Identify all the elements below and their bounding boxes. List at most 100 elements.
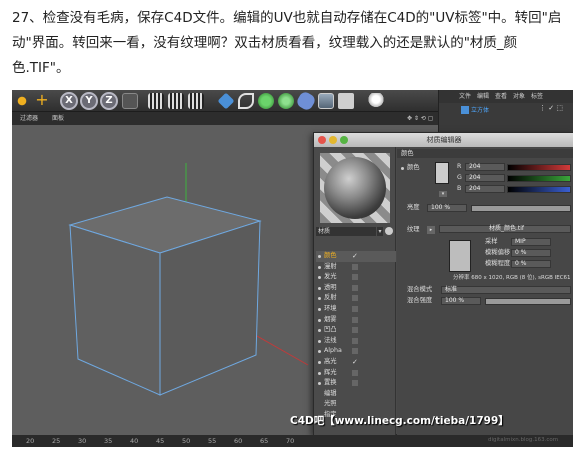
ruler-tick: 30 — [78, 437, 87, 445]
rotate-icon[interactable] — [14, 93, 30, 109]
nurbs-icon[interactable] — [258, 93, 274, 109]
array-icon[interactable] — [278, 93, 294, 109]
mix-strength-field[interactable]: 100 % — [441, 297, 481, 305]
channel-color[interactable]: 颜色 ✓ — [316, 251, 396, 262]
image-credit: digitalmixn.blog.163.com — [488, 437, 559, 443]
object-cube-label[interactable]: 立方体 — [471, 105, 489, 114]
material-name-dropdown-icon[interactable]: ▾ — [377, 227, 383, 236]
channel-alpha[interactable]: Alpha — [316, 346, 396, 357]
sampling-dropdown[interactable]: MIP — [511, 238, 551, 246]
menu-file[interactable]: 文件 — [459, 90, 471, 103]
texture-menu-icon[interactable]: ▸ — [427, 226, 435, 234]
blur-scale-field[interactable]: 0 % — [511, 260, 551, 268]
color-section-header — [397, 149, 573, 158]
viewport-nav-icons[interactable]: ✥ ⇕ ⟲ ▢ — [407, 112, 433, 125]
spline-icon[interactable] — [238, 93, 254, 109]
object-manager-menu: 文件 编辑 查看 对象 标签 — [439, 90, 573, 103]
mix-strength-slider[interactable] — [485, 298, 571, 305]
object-tags-icons[interactable]: ⋮ ✓ ⬚ — [539, 104, 563, 112]
menu-view[interactable]: 查看 — [495, 90, 507, 103]
ruler-tick: 45 — [156, 437, 165, 445]
ruler-tick: 55 — [208, 437, 217, 445]
color-swatch[interactable] — [435, 162, 449, 184]
ruler-tick: 20 — [26, 437, 35, 445]
b-slider[interactable] — [507, 186, 571, 193]
watermark: C4D吧【www.linecg.com/tieba/1799】 — [290, 415, 509, 427]
channel-environment[interactable]: 环境 — [316, 304, 396, 315]
brightness-value-field[interactable]: 100 % — [427, 204, 467, 212]
ruler-tick: 65 — [260, 437, 269, 445]
channel-transparency[interactable]: 透明 — [316, 283, 396, 294]
material-editor-title: 材质编辑器 — [426, 136, 462, 144]
blur-scale-label: 模糊程度 — [485, 260, 511, 267]
minimize-button[interactable] — [329, 136, 337, 144]
material-name-field[interactable]: 材质 — [316, 227, 376, 236]
blur-offset-field[interactable]: 0 % — [511, 249, 551, 257]
channel-illumination[interactable]: 光照 — [316, 399, 396, 410]
material-properties-panel: 颜色 颜色 ▾ R 204 G 204 B 204 亮度 100 % 纹理 ▸ … — [397, 147, 573, 436]
r-slider[interactable] — [507, 164, 571, 171]
axis-y-button[interactable]: Y — [80, 92, 98, 110]
r-value-field[interactable]: 204 — [465, 163, 505, 171]
light-icon[interactable] — [368, 93, 384, 109]
channel-list: 颜色 ✓ 漫射 发光 透明 反射 环境 烟雾 凹凸 法线 Alpha 高光 ✓ 辉光… — [316, 251, 396, 421]
coordinate-icon[interactable] — [122, 93, 138, 109]
blur-offset-label: 模糊偏移 — [485, 249, 511, 256]
channel-editor[interactable]: 编辑 — [316, 389, 396, 400]
axis-x-button[interactable]: X — [60, 92, 78, 110]
axis-z-button[interactable]: Z — [100, 92, 118, 110]
caption-line-1: 27、检查没有毛病，保存C4D文件。编辑的UV也就自动存储在C4D的"UV标签"… — [12, 10, 562, 26]
camera-icon[interactable] — [338, 93, 354, 109]
render-view-icon[interactable] — [148, 93, 164, 109]
channel-diffusion[interactable]: 漫射 — [316, 262, 396, 273]
mix-mode-dropdown[interactable]: 标准 — [441, 286, 571, 294]
mix-mode-label: 混合模式 — [407, 286, 433, 293]
texture-file-field[interactable]: 材质_颜色.tif — [439, 225, 571, 233]
scene-icon[interactable] — [318, 93, 334, 109]
menu-edit[interactable]: 编辑 — [477, 90, 489, 103]
caption-line-2: 动"界面。转回来一看，没有纹理啊？双击材质看看，纹理载入的还是默认的"材质_颜 — [12, 35, 518, 51]
channel-normal[interactable]: 法线 — [316, 336, 396, 347]
channel-glow[interactable]: 辉光 — [316, 368, 396, 379]
main-toolbar: + X Y Z — [12, 90, 438, 112]
cube-icon[interactable] — [217, 92, 235, 110]
channel-fog[interactable]: 烟雾 — [316, 315, 396, 326]
zoom-button[interactable] — [340, 136, 348, 144]
material-preview[interactable] — [320, 153, 390, 223]
material-channel-panel: 材质 ▾ 颜色 ✓ 漫射 发光 透明 反射 环境 烟雾 凹凸 法线 Alpha 高… — [314, 147, 396, 436]
material-editor-window: 材质编辑器 材质 ▾ 颜色 ✓ 漫射 发光 透明 反射 环境 烟雾 凹凸 法线 A… — [313, 132, 573, 436]
render-settings-icon[interactable] — [188, 93, 204, 109]
sampling-label: 采样 — [485, 238, 498, 245]
color-bullet — [401, 167, 404, 170]
g-value-field[interactable]: 204 — [465, 174, 505, 182]
channel-specular[interactable]: 高光 ✓ — [316, 357, 396, 368]
color-mode-dropdown-icon[interactable]: ▾ — [439, 191, 447, 197]
object-cube-icon — [461, 106, 469, 114]
brightness-slider[interactable] — [471, 205, 571, 212]
g-label: G — [457, 174, 462, 181]
ruler-tick: 25 — [52, 437, 61, 445]
channel-luminance[interactable]: 发光 — [316, 272, 396, 283]
move-icon[interactable]: + — [34, 92, 50, 109]
viewport-menu-panel[interactable]: 面板 — [52, 112, 64, 125]
menu-tag[interactable]: 标签 — [531, 90, 543, 103]
viewport-menu-filter[interactable]: 过滤器 — [20, 112, 38, 125]
texture-thumbnail[interactable] — [449, 240, 471, 272]
menu-object[interactable]: 对象 — [513, 90, 525, 103]
color-section-title: 颜色 — [401, 150, 414, 157]
b-value-field[interactable]: 204 — [465, 185, 505, 193]
ruler-tick: 70 — [286, 437, 295, 445]
b-label: B — [457, 185, 462, 192]
render-picture-icon[interactable] — [168, 93, 184, 109]
channel-displacement[interactable]: 置换 — [316, 378, 396, 389]
channel-bump[interactable]: 凹凸 — [316, 325, 396, 336]
channel-reflection[interactable]: 反射 — [316, 293, 396, 304]
ruler-tick: 60 — [234, 437, 243, 445]
g-slider[interactable] — [507, 175, 571, 182]
deformer-icon[interactable] — [295, 90, 317, 112]
texture-label: 纹理 — [407, 226, 420, 233]
preview-sphere — [324, 157, 386, 219]
material-name-reset-icon[interactable] — [385, 227, 393, 235]
close-button[interactable] — [318, 136, 326, 144]
ruler-tick: 35 — [104, 437, 113, 445]
